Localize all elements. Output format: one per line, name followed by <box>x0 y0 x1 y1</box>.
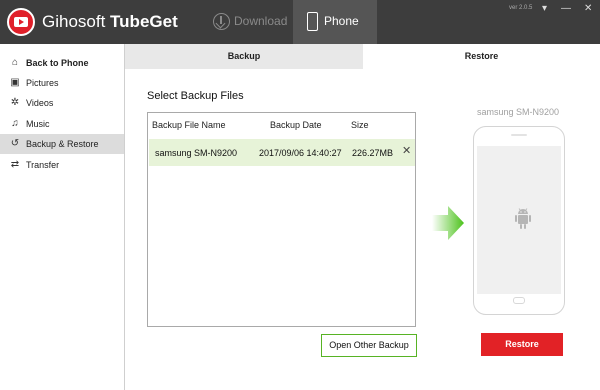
history-icon: ↺ <box>10 138 20 149</box>
download-icon <box>213 13 230 30</box>
music-note-icon: ♫ <box>11 118 19 129</box>
version-label: ver 2.0.5 <box>509 5 533 11</box>
row-backup-date: 2017/09/06 14:40:27 <box>259 148 342 158</box>
nav-download-label: Download <box>234 14 288 28</box>
sidebar-item-transfer[interactable]: ⇄ Transfer <box>0 155 124 175</box>
sidebar-item-label: Music <box>26 119 50 129</box>
delete-backup-icon[interactable]: ✕ <box>402 146 411 157</box>
row-size: 226.27MB <box>352 148 394 158</box>
sidebar-item-pictures[interactable]: ▣ Pictures <box>0 73 124 93</box>
sidebar-item-label: Transfer <box>26 160 60 170</box>
nav-phone-label: Phone <box>324 14 359 28</box>
app-title: Gihosoft TubeGet <box>42 12 178 31</box>
home-button-icon <box>513 297 525 304</box>
nav-download[interactable]: Download <box>205 0 290 44</box>
column-header-backup-date: Backup Date <box>270 120 322 130</box>
film-reel-icon: ✲ <box>10 97 20 108</box>
close-icon[interactable]: ✕ <box>584 4 592 14</box>
home-icon: ⌂ <box>11 57 19 68</box>
phone-icon <box>307 12 318 31</box>
sidebar-item-back-to-phone[interactable]: ⌂ Back to Phone <box>0 53 124 73</box>
menu-dropdown-icon[interactable]: ▾ <box>542 4 547 14</box>
sidebar-item-backup-restore[interactable]: ↺ Backup & Restore <box>0 134 124 154</box>
row-file-name: samsung SM-N9200 <box>155 148 238 158</box>
restore-button[interactable]: Restore <box>481 333 563 356</box>
minimize-icon[interactable]: — <box>561 4 571 14</box>
sidebar-item-label: Back to Phone <box>26 58 89 68</box>
sidebar-item-videos[interactable]: ✲ Videos <box>0 93 124 113</box>
picture-icon: ▣ <box>10 77 20 88</box>
arrow-right-icon <box>432 206 464 240</box>
sidebar-item-label: Pictures <box>26 78 59 88</box>
column-header-file-name: Backup File Name <box>152 120 226 130</box>
tab-backup[interactable]: Backup <box>125 44 363 69</box>
column-header-size: Size <box>351 120 369 130</box>
phone-screen <box>477 146 561 294</box>
sidebar-item-music[interactable]: ♫ Music <box>0 114 124 134</box>
transfer-icon: ⇄ <box>10 159 20 170</box>
backup-file-table: Backup File Name Backup Date Size samsun… <box>147 112 416 327</box>
tab-restore[interactable]: Restore <box>363 44 600 69</box>
open-other-backup-button[interactable]: Open Other Backup <box>321 334 417 357</box>
android-icon <box>515 208 531 229</box>
title-bar: Gihosoft TubeGet Download Phone ver 2.0.… <box>0 0 600 44</box>
device-name-label: samsung SM-N9200 <box>476 107 560 117</box>
panel-title: Select Backup Files <box>147 90 244 102</box>
nav-phone[interactable]: Phone <box>293 0 377 44</box>
table-row[interactable]: samsung SM-N9200 2017/09/06 14:40:27 226… <box>149 139 415 166</box>
phone-illustration <box>473 126 565 315</box>
sidebar-item-label: Backup & Restore <box>26 139 99 149</box>
app-logo-icon <box>7 8 35 36</box>
sidebar-item-label: Videos <box>26 98 54 108</box>
